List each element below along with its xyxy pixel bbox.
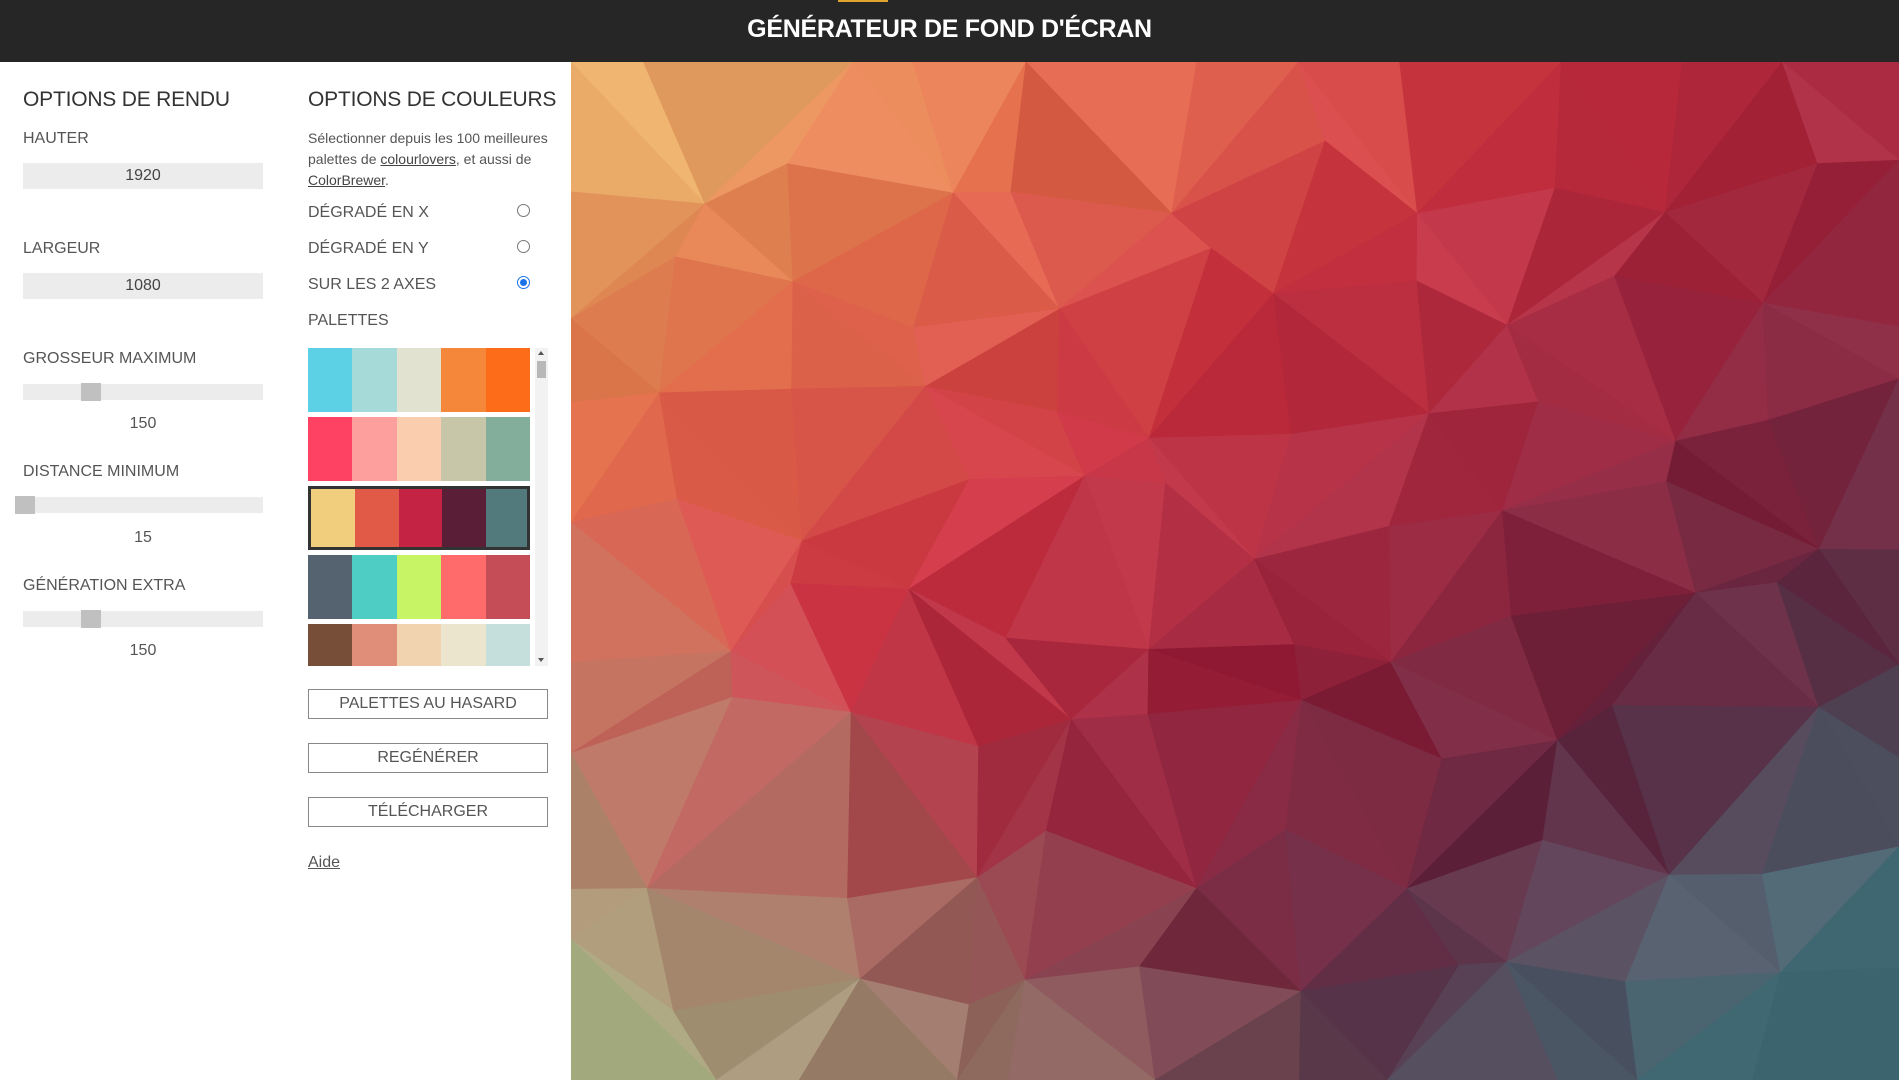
- palette-swatch: [354, 486, 399, 550]
- description-text: .: [385, 172, 389, 188]
- gradient-x-label: DÉGRADÉ EN X: [308, 204, 429, 221]
- gradient-x-radio[interactable]: [517, 204, 530, 217]
- palette-option[interactable]: [308, 624, 531, 666]
- palette-swatch: [308, 624, 353, 666]
- palette-swatch: [441, 348, 486, 412]
- scroll-up-arrow-icon[interactable]: [538, 351, 544, 355]
- low-poly-wallpaper: [571, 62, 1899, 1080]
- gradient-y-option[interactable]: DÉGRADÉ EN Y: [308, 238, 538, 260]
- render-options-title: OPTIONS DE RENDU: [23, 88, 230, 111]
- min-distance-slider-thumb[interactable]: [15, 496, 35, 514]
- max-size-value: 150: [129, 415, 157, 432]
- colorbrewer-link[interactable]: ColorBrewer: [308, 172, 385, 188]
- color-options-title: OPTIONS DE COULEURS: [308, 88, 557, 111]
- palette-swatch: [442, 486, 487, 550]
- palette-swatch: [486, 486, 530, 550]
- extra-generation-slider[interactable]: [23, 610, 263, 628]
- palette-swatch: [352, 555, 397, 619]
- palette-swatch: [308, 555, 353, 619]
- palette-scrollbar[interactable]: [535, 348, 548, 666]
- palette-swatch: [396, 417, 442, 481]
- both-axes-option[interactable]: SUR LES 2 AXES: [308, 274, 538, 296]
- palette-swatch: [352, 624, 397, 666]
- palette-swatch: [311, 486, 355, 550]
- wallpaper-preview: [571, 62, 1899, 1080]
- width-label: LARGEUR: [23, 240, 101, 257]
- page-title: GÉNÉRATEUR DE FOND D'ÉCRAN: [747, 15, 1152, 43]
- random-palettes-button[interactable]: PALETTES AU HASARD: [308, 689, 548, 719]
- gradient-y-label: DÉGRADÉ EN Y: [308, 240, 429, 257]
- palette-swatch: [485, 417, 531, 481]
- header-accent-bar: [838, 0, 888, 2]
- max-size-slider[interactable]: [23, 383, 263, 401]
- height-label: HAUTER: [23, 130, 89, 147]
- gradient-y-radio[interactable]: [517, 240, 530, 253]
- palette-swatch: [441, 624, 486, 666]
- scroll-down-arrow-icon[interactable]: [538, 658, 544, 662]
- max-size-slider-thumb[interactable]: [81, 383, 101, 401]
- extra-generation-label: GÉNÉRATION EXTRA: [23, 577, 186, 594]
- palette-option[interactable]: [308, 348, 531, 412]
- max-size-label: GROSSEUR MAXIMUM: [23, 350, 197, 367]
- palette-swatch: [441, 417, 486, 481]
- description-text: , et aussi de: [455, 151, 532, 167]
- palette-list[interactable]: [308, 348, 548, 666]
- help-link[interactable]: Aide: [308, 854, 340, 872]
- palette-swatch: [441, 555, 486, 619]
- palette-swatch: [485, 555, 531, 619]
- app-header: GÉNÉRATEUR DE FOND D'ÉCRAN: [0, 0, 1899, 62]
- gradient-x-option[interactable]: DÉGRADÉ EN X: [308, 202, 538, 224]
- palette-swatch: [396, 555, 442, 619]
- palette-swatch: [352, 348, 397, 412]
- min-distance-value: 15: [134, 529, 152, 546]
- palette-swatch: [485, 624, 531, 666]
- palette-swatch: [396, 348, 442, 412]
- min-distance-slider[interactable]: [15, 496, 263, 514]
- min-distance-label: DISTANCE MINIMUM: [23, 463, 180, 480]
- palette-option[interactable]: [308, 555, 531, 619]
- extra-generation-slider-thumb[interactable]: [81, 610, 101, 628]
- palette-swatch: [308, 417, 353, 481]
- palette-swatch: [398, 486, 443, 550]
- palette-description: Sélectionner depuis les 100 meilleures p…: [308, 128, 548, 191]
- palette-swatch: [352, 417, 397, 481]
- palettes-label: PALETTES: [308, 312, 389, 329]
- scrollbar-thumb[interactable]: [537, 361, 546, 378]
- regenerate-button[interactable]: REGÉNÉRER: [308, 743, 548, 773]
- palette-swatch: [308, 348, 353, 412]
- both-axes-label: SUR LES 2 AXES: [308, 276, 437, 293]
- palette-swatch: [396, 624, 442, 666]
- download-button[interactable]: TÉLÉCHARGER: [308, 797, 548, 827]
- both-axes-radio[interactable]: [517, 276, 530, 289]
- extra-generation-value: 150: [129, 642, 157, 659]
- width-input[interactable]: 1080: [23, 273, 263, 299]
- palette-option[interactable]: [308, 486, 530, 550]
- height-input[interactable]: 1920: [23, 163, 263, 189]
- palette-option[interactable]: [308, 417, 531, 481]
- colourlovers-link[interactable]: colourlovers: [380, 151, 455, 167]
- palette-swatch: [485, 348, 531, 412]
- sidebar: OPTIONS DE RENDU HAUTER 1920 LARGEUR 108…: [0, 62, 571, 1080]
